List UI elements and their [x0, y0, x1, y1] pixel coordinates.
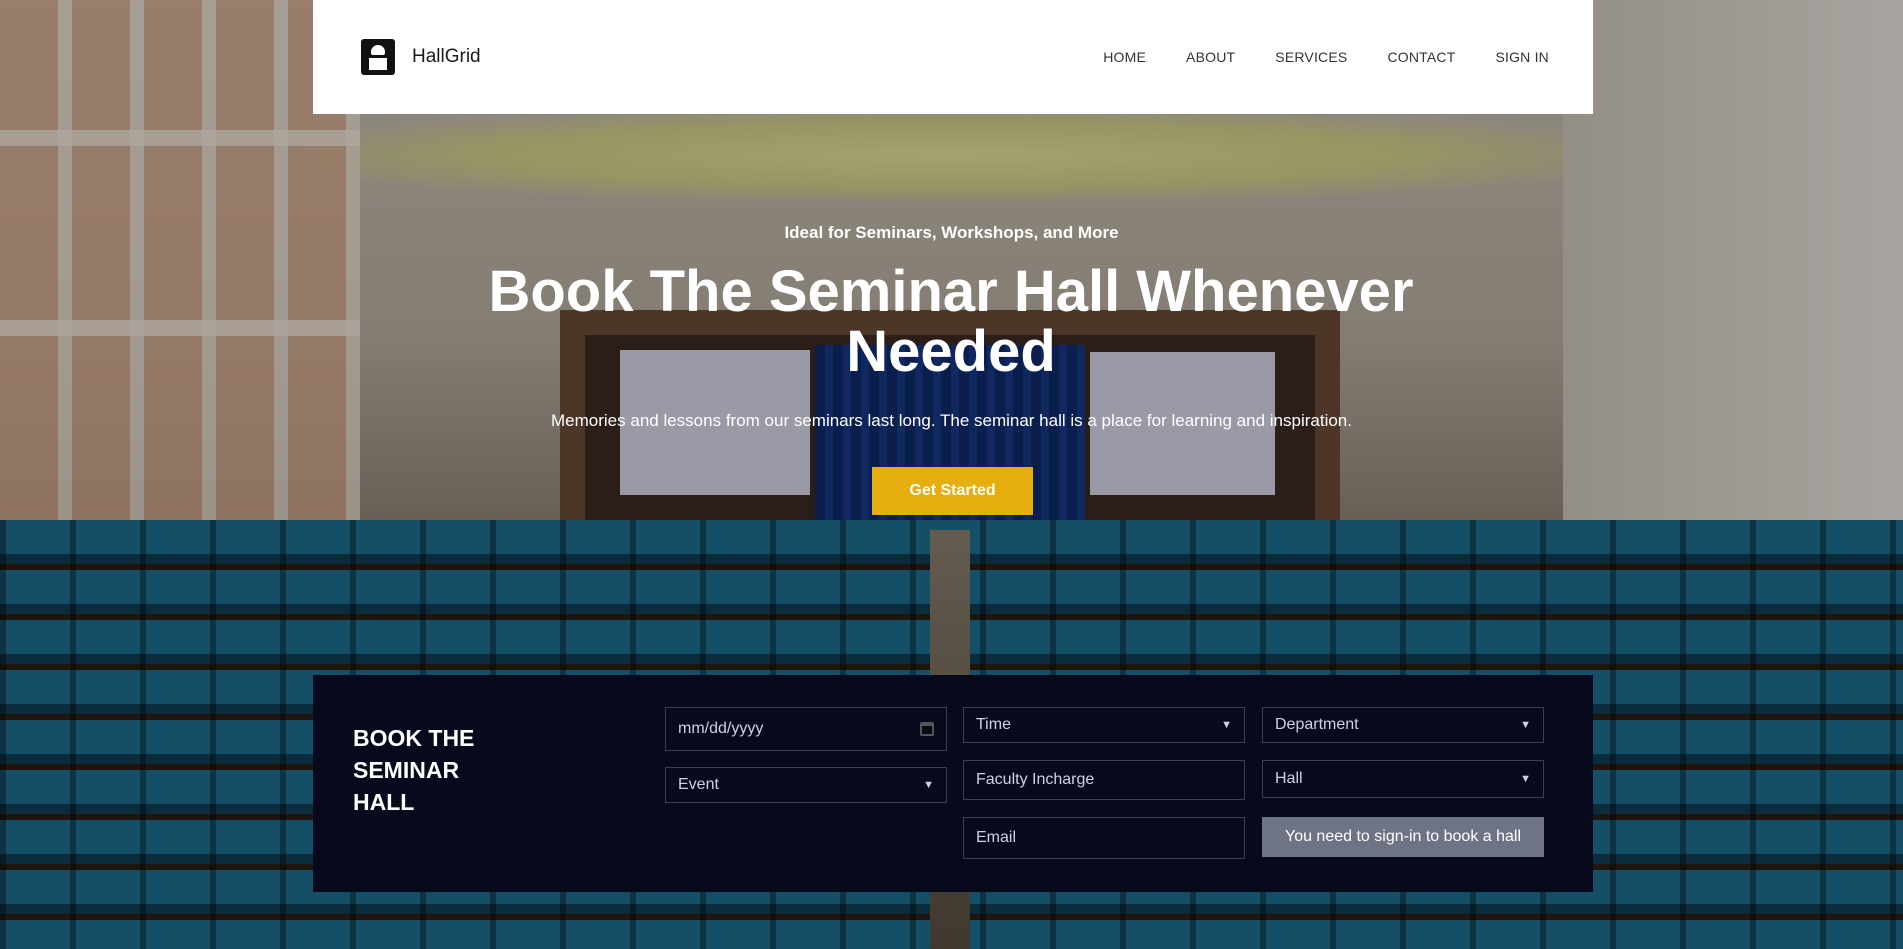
hero-subtitle: Memories and lessons from our seminars l…	[551, 411, 1352, 430]
booking-title: BOOK THE SEMINAR HALL	[353, 725, 475, 815]
sign-in-to-book-button[interactable]: You need to sign-in to book a hall	[1262, 817, 1544, 857]
event-select[interactable]: Event ▼	[665, 767, 947, 803]
date-placeholder: mm/dd/yyyy	[678, 720, 764, 737]
faculty-incharge-placeholder: Faculty Incharge	[976, 771, 1095, 788]
brand[interactable]: HallGrid	[361, 39, 481, 75]
calendar-icon[interactable]	[920, 722, 934, 736]
time-select-value: Time	[976, 716, 1011, 733]
department-select[interactable]: Department ▼	[1262, 707, 1544, 743]
hall-select-value: Hall	[1275, 770, 1303, 787]
brand-name: HallGrid	[412, 46, 481, 67]
hero-title: Book The Seminar Hall Whenever Needed	[488, 259, 1414, 384]
chevron-down-icon: ▼	[1221, 719, 1232, 731]
hall-select[interactable]: Hall ▼	[1262, 760, 1544, 798]
nav-links: HOME ABOUT SERVICES CONTACT SIGN IN	[1103, 49, 1549, 65]
nav-home[interactable]: HOME	[1103, 49, 1146, 65]
chevron-down-icon: ▼	[923, 779, 934, 791]
time-select[interactable]: Time ▼	[963, 707, 1245, 743]
event-select-value: Event	[678, 776, 719, 793]
podium-icon	[361, 39, 395, 75]
email-placeholder: Email	[976, 829, 1017, 846]
top-navbar: HallGrid HOME ABOUT SERVICES CONTACT SIG…	[313, 0, 1593, 114]
nav-sign-in[interactable]: SIGN IN	[1495, 49, 1549, 65]
department-select-value: Department	[1275, 716, 1359, 733]
nav-contact[interactable]: CONTACT	[1387, 49, 1455, 65]
nav-about[interactable]: ABOUT	[1186, 49, 1235, 65]
chevron-down-icon: ▼	[1520, 719, 1531, 731]
chevron-down-icon: ▼	[1520, 773, 1531, 785]
booking-panel: BOOK THE SEMINAR HALL mm/dd/yyyy Event ▼…	[313, 675, 1593, 892]
date-input[interactable]: mm/dd/yyyy	[665, 707, 947, 751]
email-input[interactable]: Email	[963, 817, 1245, 859]
hero-kicker: Ideal for Seminars, Workshops, and More	[784, 223, 1119, 242]
get-started-button[interactable]: Get Started	[872, 467, 1033, 515]
faculty-incharge-input[interactable]: Faculty Incharge	[963, 760, 1245, 800]
nav-services[interactable]: SERVICES	[1275, 49, 1347, 65]
